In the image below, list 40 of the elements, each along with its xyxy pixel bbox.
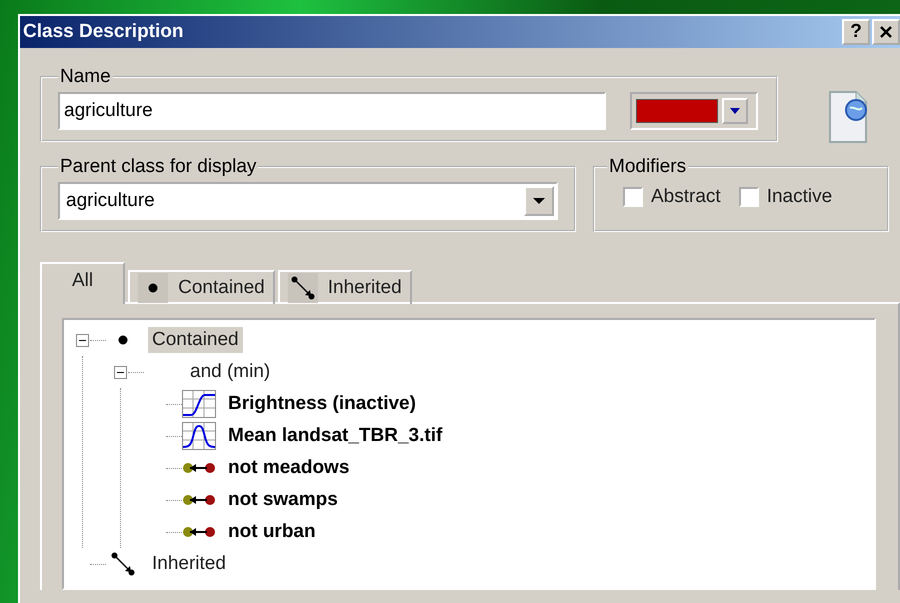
tab[interactable]: Inherited [278,270,412,304]
relation-arrow-icon [182,525,216,539]
diagonal-arrow-icon [111,552,135,576]
tree-item[interactable]: Contained [148,327,243,353]
checkbox-label: Inactive [766,186,832,208]
parent-class-dropdown[interactable]: agriculture [58,182,558,220]
diagonal-arrow-icon [290,276,315,300]
checkbox[interactable] [623,187,643,207]
window-title: Class Description [23,21,184,43]
tree-item[interactable]: Brightness (inactive) [224,391,420,417]
tree-item[interactable]: Mean landsat_TBR_3.tif [224,423,446,449]
collapse-toggle[interactable] [114,366,126,378]
group-label: Modifiers [608,156,688,178]
dropdown-button[interactable] [722,98,748,124]
caret-icon [729,107,741,115]
checkbox-label: Abstract [651,186,721,208]
tree-item[interactable]: and (min) [186,359,274,385]
close-icon [879,25,893,39]
tree-item[interactable]: not swamps [224,487,342,513]
relation-arrow-icon [182,493,216,507]
tree-item[interactable]: Inherited [148,551,230,577]
dot-icon [148,283,158,293]
name-field[interactable]: agriculture [58,92,606,130]
help-button[interactable]: ? [842,19,870,45]
tab[interactable]: Contained [128,270,275,304]
color-picker[interactable] [630,92,758,130]
dot-icon [118,335,128,345]
tree-item[interactable]: not meadows [224,455,354,481]
tree-item[interactable]: not urban [224,519,320,545]
dropdown-button[interactable] [524,186,554,216]
dropdown-value: agriculture [66,190,155,212]
caret-icon [532,197,546,205]
group-label: Name [59,66,112,88]
relation-arrow-icon [182,461,216,475]
close-button[interactable] [872,19,900,45]
group-label: Parent class for display [59,156,258,178]
collapse-toggle[interactable] [76,334,88,346]
tab[interactable]: All [40,262,126,304]
document-globe-icon[interactable] [828,88,870,144]
checkbox[interactable] [738,187,759,207]
